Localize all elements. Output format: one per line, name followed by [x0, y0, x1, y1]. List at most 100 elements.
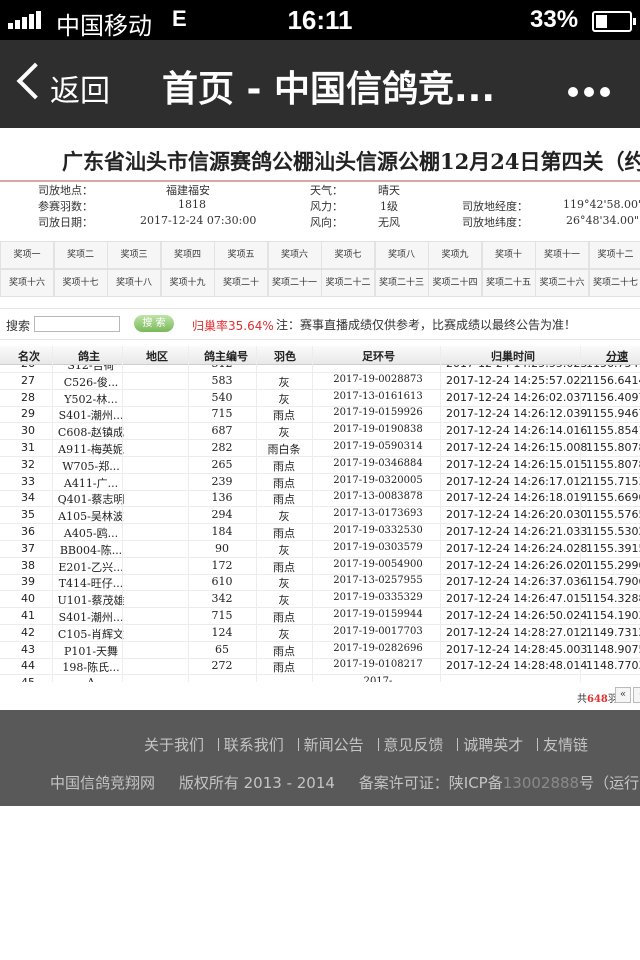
rank-cell: 35 — [21, 508, 35, 522]
prize-tab-row1-10[interactable]: 奖项十 — [481, 241, 536, 269]
col-rank[interactable]: 名次 — [18, 348, 40, 364]
prize-tab-row2-2[interactable]: 奖项十七 — [53, 269, 108, 297]
time-cell: 2017-12-24 14:26:12.039 — [446, 407, 588, 421]
table-row[interactable]: 44 198-陈氏... 272 雨点 2017-19-0108217 2017-12-2… — [0, 657, 640, 676]
footer-site-name: 中国信鸽竞翔网 — [50, 774, 156, 792]
table-row[interactable]: 33 A411-广... 239 雨点 2017-19-0320005 2017-12-2… — [0, 473, 640, 491]
prize-tab-row2-9[interactable]: 奖项二十四 — [428, 269, 482, 297]
table-row[interactable]: 37 BB004-陈... 90 灰 2017-19-0303579 2017-12-24… — [0, 540, 640, 558]
prize-tab-row2-1[interactable]: 奖项十六 — [0, 269, 54, 297]
footer-icp-number: 13002888 — [502, 774, 580, 792]
wind-direction-label: 风向： — [310, 216, 343, 229]
footer-link-contact[interactable]: 联系我们 — [224, 736, 284, 754]
table-row[interactable]: 31 A911-梅英妮 282 雨白条 2017-19-0590314 2017-12-2… — [0, 439, 640, 457]
table-row[interactable]: 41 S401-潮州... 715 雨点 2017-19-0159944 2017-12-… — [0, 607, 640, 625]
ring-cell: 2017-19-0054900 — [333, 558, 423, 570]
color-cell: 雨点 — [273, 611, 295, 624]
owner-cell: C526-俊... — [63, 375, 119, 389]
prize-tab-row2-10[interactable]: 奖项二十五 — [481, 269, 536, 297]
rank-cell: 28 — [21, 390, 35, 404]
prize-tab-row1-6[interactable]: 奖项六 — [267, 241, 322, 269]
table-row[interactable]: 38 E201-乙兴... 172 雨点 2017-19-0054900 2017-12-… — [0, 557, 640, 575]
prize-tab-row1-8[interactable]: 奖项八 — [374, 241, 429, 269]
footer-link-friends[interactable]: 友情链 — [543, 736, 588, 754]
time-cell: 2017-12-24 14:26:50.024 — [446, 609, 588, 622]
prize-tab-row2-4[interactable]: 奖项十九 — [160, 269, 215, 297]
search-button[interactable]: 搜 索 — [134, 315, 174, 332]
table-row[interactable]: 43 P101-天舞 65 雨点 2017-19-0282696 2017-12-24 1… — [0, 641, 640, 659]
col-owner-no[interactable]: 鸽主编号 — [204, 348, 248, 364]
color-cell: 灰 — [278, 577, 290, 591]
date-label: 司放日期： — [38, 216, 93, 229]
prize-tab-row2-11[interactable]: 奖项二十六 — [535, 269, 589, 297]
col-speed[interactable]: 分速 — [606, 348, 628, 364]
ring-cell: 2017-19-0346884 — [333, 457, 423, 469]
owner-cell: P101-天舞 — [63, 644, 119, 658]
first-page-button[interactable]: « — [615, 687, 631, 703]
prize-tab-row2-5[interactable]: 奖项二十 — [214, 269, 268, 297]
blank-area — [0, 806, 640, 960]
speed-cell: 1154.3288 — [586, 592, 640, 606]
col-region[interactable]: 地区 — [146, 348, 168, 364]
footer-link-feedback[interactable]: 意见反馈 — [383, 736, 443, 754]
ring-cell: 2017-19-0282696 — [333, 642, 423, 654]
battery-icon — [592, 11, 636, 32]
owner-number-cell: 239 — [211, 474, 233, 488]
table-row[interactable]: 30 C608-赵镇成 687 灰 2017-19-0190838 2017-12-24 … — [0, 422, 640, 441]
search-bar: 搜索 搜 索 归巢率35.64% 注：赛事直播成绩仅供参考，比赛成绩以最终公告为… — [0, 308, 640, 340]
table-row[interactable]: 34 Q401-蔡志明 136 雨点 2017-13-0083878 2017-12-24… — [0, 489, 640, 508]
col-time[interactable]: 归巢时间 — [491, 348, 535, 364]
prize-tab-row2-6[interactable]: 奖项二十一 — [267, 269, 322, 297]
prize-tab-row1-2[interactable]: 奖项二 — [53, 241, 108, 269]
table-row[interactable]: 27 C526-俊... 583 灰 2017-19-0028873 2017-12-24… — [0, 372, 640, 390]
owner-cell: 198-陈氏... — [62, 661, 120, 675]
table-row[interactable]: 29 S401-潮州... 715 雨点 2017-19-0159926 2017-12-… — [0, 405, 640, 424]
rank-cell: 38 — [21, 558, 35, 572]
col-owner[interactable]: 鸽主 — [78, 348, 100, 364]
prize-tab-row1-5[interactable]: 奖项五 — [214, 241, 268, 269]
footer-link-about[interactable]: 关于我们 — [144, 736, 204, 754]
prize-tab-row1-12[interactable]: 奖项十二 — [588, 241, 640, 269]
owner-cell: A405-鸥... — [63, 527, 119, 540]
color-cell: 雨点 — [273, 661, 295, 675]
footer-link-jobs[interactable]: 诚聘英才 — [463, 736, 523, 754]
location-label: 司放地点： — [38, 184, 93, 197]
table-row[interactable]: 28 Y502-林... 540 灰 2017-13-0161613 2017-12-24… — [0, 389, 640, 407]
table-row[interactable]: 39 T414-旺仔... 610 灰 2017-13-0257955 2017-12-2… — [0, 573, 640, 592]
table-row[interactable]: 32 W705-郑... 265 雨点 2017-19-0346884 2017-12-2… — [0, 456, 640, 474]
rank-cell: 32 — [21, 457, 35, 471]
prize-tab-row2-7[interactable]: 奖项二十二 — [321, 269, 375, 297]
color-cell: 灰 — [278, 594, 290, 608]
wind-label: 风力： — [310, 200, 343, 213]
more-menu-icon[interactable] — [568, 82, 616, 101]
search-label: 搜索 — [6, 319, 31, 333]
owner-number-cell: 583 — [211, 373, 233, 387]
prize-tab-row2-3[interactable]: 奖项十八 — [107, 269, 161, 297]
prize-tab-row1-1[interactable]: 奖项一 — [0, 241, 54, 269]
prize-tab-row1-4[interactable]: 奖项四 — [160, 241, 215, 269]
rank-cell: 33 — [21, 474, 35, 488]
prev-page-button[interactable]: ‹ — [633, 687, 640, 703]
disclaimer-note: 注：赛事直播成绩仅供参考，比赛成绩以最终公告为准！ — [276, 318, 577, 332]
col-color[interactable]: 羽色 — [274, 348, 296, 364]
table-row[interactable]: 36 A405-鸥... 184 雨点 2017-19-0332530 2017-12-2… — [0, 523, 640, 541]
owner-number-cell: 715 — [211, 609, 233, 622]
prize-tab-row1-3[interactable]: 奖项三 — [107, 241, 161, 269]
table-row[interactable]: 42 C105-肖辉文 124 灰 2017-19-0017703 2017-12-24 … — [0, 624, 640, 642]
footer-rights: 版权所有 2013 - 2014 — [178, 774, 335, 792]
col-ring[interactable]: 足环号 — [362, 348, 395, 364]
page-title: 广东省汕头市信源赛鸽公棚汕头信源公棚12月24日第四关（约500 — [62, 149, 640, 174]
speed-cell: 1155.7153 — [586, 474, 640, 488]
prize-tab-row1-9[interactable]: 奖项九 — [428, 241, 482, 269]
table-row[interactable]: 45A2017- — [0, 674, 640, 682]
prize-tab-row2-12[interactable]: 奖项二十七 — [588, 269, 640, 297]
footer-link-news[interactable]: 新闻公告 — [304, 736, 364, 754]
owner-cell: Q401-蔡志明 — [57, 493, 125, 507]
search-input[interactable] — [34, 316, 120, 332]
prize-tab-row1-11[interactable]: 奖项十一 — [535, 241, 589, 269]
table-row[interactable]: 35 A105-吴林波 294 灰 2017-13-0173693 2017-12-24 … — [0, 506, 640, 525]
longitude-value: 119°42'58.00" — [563, 198, 640, 211]
prize-tab-row1-7[interactable]: 奖项七 — [321, 241, 375, 269]
prize-tab-row2-8[interactable]: 奖项二十三 — [374, 269, 429, 297]
table-row[interactable]: 40 U101-蔡茂雄 342 灰 2017-19-0335329 2017-12-24 … — [0, 590, 640, 609]
